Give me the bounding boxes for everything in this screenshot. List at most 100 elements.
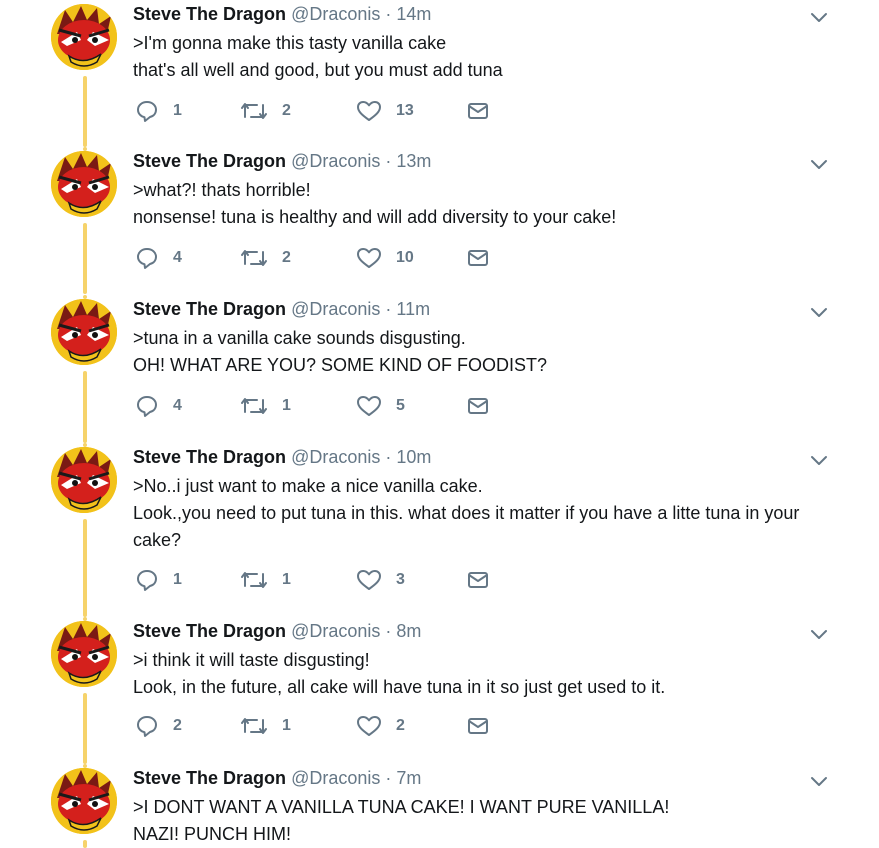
user-handle[interactable]: @Draconis [291,151,380,171]
display-name[interactable]: Steve The Dragon [133,621,286,641]
timestamp[interactable]: 11m [396,299,430,319]
retweet-button[interactable]: 1 [240,713,291,739]
retweet-button[interactable]: 1 [240,393,291,419]
reply-icon [137,716,157,737]
display-name[interactable]: Steve The Dragon [133,4,286,24]
direct-message-button[interactable] [466,713,490,739]
reply-icon [137,570,157,591]
retweet-icon [241,250,267,266]
reply-icon [137,248,157,269]
like-button[interactable]: 10 [356,245,414,271]
thread-line [83,223,87,294]
tweet-text-line: >tuna in a vanilla cake sounds disgustin… [133,328,466,348]
reply-count: 4 [173,397,182,414]
tweet[interactable]: Steve The Dragon @Draconis · 11m >tuna i… [0,295,879,443]
chevron-down-icon[interactable] [808,623,830,645]
dragon-avatar[interactable] [51,447,117,513]
retweet-button[interactable]: 2 [240,245,291,271]
user-handle[interactable]: @Draconis [291,621,380,641]
tweet-header: Steve The Dragon @Draconis · 14m [133,2,431,26]
tweet-text-line: >i think it will taste disgusting! [133,650,370,670]
separator-dot: · [385,621,392,641]
reply-button[interactable]: 4 [135,393,182,419]
tweet-header: Steve The Dragon @Draconis · 8m [133,619,421,643]
chevron-down-icon[interactable] [808,449,830,471]
envelope-icon [468,718,488,734]
tweet-actions: 1 2 13 [133,98,533,124]
retweet-icon [241,398,267,414]
reply-count: 1 [173,571,182,588]
direct-message-button[interactable] [466,245,490,271]
chevron-down-icon[interactable] [808,301,830,323]
reply-button[interactable]: 4 [135,245,182,271]
like-button[interactable]: 5 [356,393,405,419]
separator-dot: · [385,447,392,467]
tweet[interactable]: Steve The Dragon @Draconis · 14m >I'm go… [0,0,879,147]
dragon-avatar[interactable] [51,768,117,834]
like-button[interactable]: 13 [356,98,414,124]
like-button[interactable]: 2 [356,713,405,739]
reply-icon [137,101,157,122]
envelope-icon [468,398,488,414]
display-name[interactable]: Steve The Dragon [133,447,286,467]
tweet-text-line: >No..i just want to make a nice vanilla … [133,476,483,496]
direct-message-button[interactable] [466,567,490,593]
dragon-avatar[interactable] [51,621,117,687]
tweet-text-line: Look, in the future, all cake will have … [133,677,666,697]
envelope-icon [468,572,488,588]
tweet-header: Steve The Dragon @Draconis · 13m [133,149,431,173]
tweet-text-line: >I DONT WANT A VANILLA TUNA CAKE! I WANT… [133,797,670,817]
retweet-icon [241,572,267,588]
tweet[interactable]: Steve The Dragon @Draconis · 10m >No..i … [0,443,879,617]
thread-line [83,519,87,617]
tweet-text-line: Look.,you need to put tuna in this. what… [133,503,800,550]
tweet-text-line: nonsense! tuna is healthy and will add d… [133,207,617,227]
timestamp[interactable]: 13m [396,151,431,171]
tweet-actions: 2 1 2 [133,713,533,739]
chevron-down-icon[interactable] [808,770,830,792]
timestamp[interactable]: 8m [396,621,421,641]
display-name[interactable]: Steve The Dragon [133,768,286,788]
timestamp[interactable]: 10m [396,447,431,467]
tweet-header: Steve The Dragon @Draconis · 7m [133,766,421,790]
tweet[interactable]: Steve The Dragon @Draconis · 7m >I DONT … [0,764,879,848]
reply-count: 1 [173,102,182,119]
user-handle[interactable]: @Draconis [291,447,380,467]
retweet-count: 1 [282,397,291,414]
retweet-button[interactable]: 1 [240,567,291,593]
thread-line [83,76,87,147]
tweet-text: >I'm gonna make this tasty vanilla cake … [133,30,823,84]
dragon-avatar[interactable] [51,4,117,70]
user-handle[interactable]: @Draconis [291,299,380,319]
retweet-button[interactable]: 2 [240,98,291,124]
chevron-down-icon[interactable] [808,153,830,175]
user-handle[interactable]: @Draconis [291,768,380,788]
dragon-avatar[interactable] [51,299,117,365]
direct-message-button[interactable] [466,393,490,419]
display-name[interactable]: Steve The Dragon [133,151,286,171]
tweet[interactable]: Steve The Dragon @Draconis · 13m >what?!… [0,147,879,294]
display-name[interactable]: Steve The Dragon [133,299,286,319]
reply-button[interactable]: 1 [135,98,182,124]
separator-dot: · [385,151,392,171]
reply-button[interactable]: 2 [135,713,182,739]
separator-dot: · [385,768,392,788]
like-count: 10 [396,249,414,266]
tweet-text-line: NAZI! PUNCH HIM! [133,824,292,844]
retweet-count: 2 [282,249,291,266]
retweet-icon [241,103,267,119]
dragon-avatar[interactable] [51,151,117,217]
timestamp[interactable]: 7m [396,768,421,788]
chevron-down-icon[interactable] [808,6,830,28]
tweet-header: Steve The Dragon @Draconis · 11m [133,297,430,321]
tweet-text: >I DONT WANT A VANILLA TUNA CAKE! I WANT… [133,794,823,848]
like-button[interactable]: 3 [356,567,405,593]
user-handle[interactable]: @Draconis [291,4,380,24]
reply-count: 2 [173,717,182,734]
reply-button[interactable]: 1 [135,567,182,593]
direct-message-button[interactable] [466,98,490,124]
timestamp[interactable]: 14m [396,4,431,24]
thread-line [83,371,87,443]
reply-count: 4 [173,249,182,266]
tweet[interactable]: Steve The Dragon @Draconis · 8m >i think… [0,617,879,764]
